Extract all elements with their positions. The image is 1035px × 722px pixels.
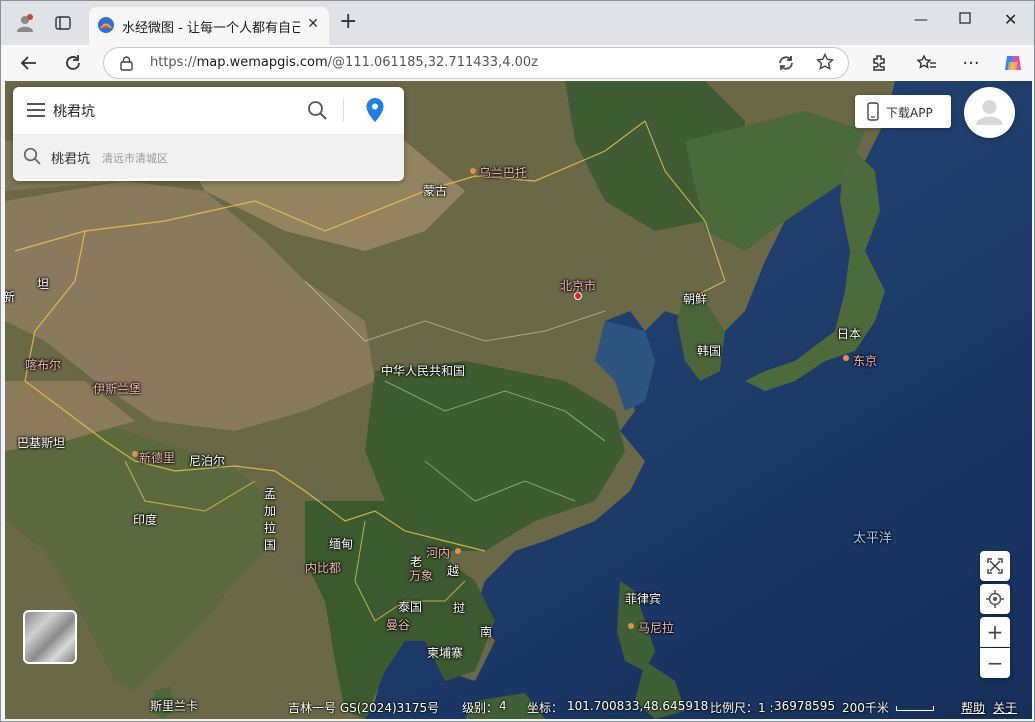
label-edge-xin: 新 (5, 288, 15, 305)
tokyo-dot (843, 355, 849, 361)
help-link[interactable]: 帮助 (961, 699, 985, 716)
label-islamabad: 伊斯兰堡 (93, 382, 142, 396)
label-mongolia: 蒙古 (423, 184, 448, 198)
label-bangkok: 曼谷 (386, 618, 411, 632)
scale-value: 36978595 (774, 699, 836, 713)
coordinate-value: 101.700833,48.645918 (567, 699, 709, 713)
title-bar: 水经微图 - 让每一个人都有自己的 ✕ + — ✕ (1, 1, 1034, 45)
user-icon (976, 100, 1003, 125)
zoom-in-button[interactable]: + (980, 617, 1010, 647)
extensions-icon[interactable] (867, 51, 891, 75)
label-laos-zhua: 挝 (453, 601, 466, 615)
label-naypyidaw: 内比都 (305, 561, 342, 575)
ulaanbaatar-dot (470, 168, 476, 174)
label-india: 印度 (133, 513, 158, 527)
back-arrow-icon[interactable] (17, 51, 41, 75)
scale-bar-label: 200千米 (842, 701, 889, 715)
label-tokyo: 东京 (853, 354, 878, 368)
lock-icon[interactable] (120, 56, 133, 75)
url-prefix: https:// (150, 55, 197, 70)
close-window-button[interactable]: ✕ (1004, 10, 1017, 29)
about-link[interactable]: 关于 (993, 699, 1017, 716)
refresh-icon[interactable] (61, 51, 85, 75)
zoom-level-value: 4 (499, 699, 507, 713)
label-ulaanbaatar: 乌兰巴托 (479, 166, 528, 180)
label-vietnam-yue: 越 (447, 564, 460, 578)
imagery-source: 吉林一号 GS(2024)3175号 (288, 701, 440, 715)
suggestion-name: 桃君坑 (51, 152, 91, 167)
coordinate-label: 坐标： (527, 701, 564, 715)
search-icon[interactable] (307, 100, 327, 124)
favorite-star-icon[interactable] (815, 52, 835, 75)
close-tab-icon[interactable]: ✕ (307, 16, 319, 32)
url-text: https://map.wemapgis.com/@111.061185,32.… (150, 55, 538, 70)
suggestion-search-icon (23, 147, 41, 169)
label-pakistan: 巴基斯坦 (17, 436, 66, 450)
label-beijing: 北京市 (560, 279, 597, 293)
search-bar: 桃君坑 (13, 87, 404, 133)
tab-actions-icon[interactable] (51, 11, 75, 35)
site-favicon-icon (97, 16, 115, 34)
map-view[interactable]: 蒙古 乌兰巴托 北京市 朝鲜 韩国 日本 东京 中华人民共和国 新 坦 喀布尔 … (5, 81, 1032, 719)
manila-dot (628, 623, 634, 629)
label-new-delhi: 新德里 (139, 451, 176, 465)
search-panel: 桃君坑 桃君坑 清远市清城区 (13, 87, 404, 181)
copilot-icon[interactable] (1001, 51, 1025, 75)
label-hanoi: 河内 (426, 546, 451, 560)
label-cambodia: 柬埔寨 (427, 646, 464, 660)
label-vietnam-nan: 南 (480, 625, 493, 639)
navigation-bar: https://map.wemapgis.com/@111.061185,32.… (1, 45, 1034, 81)
search-input[interactable]: 桃君坑 (53, 101, 95, 121)
search-divider (343, 98, 344, 122)
read-aloud-icon[interactable] (777, 54, 795, 76)
label-edge-tan: 坦 (37, 277, 50, 291)
fullscreen-button[interactable] (980, 551, 1010, 581)
label-south-korea: 韩国 (697, 344, 722, 358)
maximize-button[interactable] (959, 12, 971, 28)
tab-title: 水经微图 - 让每一个人都有自己的 (122, 21, 300, 36)
location-pin-icon[interactable] (365, 97, 385, 127)
label-manila: 马尼拉 (638, 621, 675, 635)
map-status-bar: 吉林一号 GS(2024)3175号 级别： 4 坐标： 101.700833,… (5, 695, 1032, 719)
label-philippines: 菲律宾 (625, 592, 662, 606)
address-bar[interactable]: https://map.wemapgis.com/@111.061185,32.… (103, 47, 849, 79)
search-suggestion-item[interactable]: 桃君坑 清远市清城区 (13, 134, 404, 179)
profile-icon[interactable] (13, 11, 37, 35)
label-thailand: 泰国 (398, 600, 423, 614)
download-app-button[interactable]: 下载APP (855, 95, 951, 128)
favorites-icon[interactable] (915, 51, 939, 75)
download-app-label: 下载APP (886, 106, 933, 120)
locate-button[interactable] (980, 584, 1010, 614)
zoom-out-button[interactable]: − (980, 648, 1010, 678)
label-vientiane: 万象 (409, 569, 434, 583)
suggestion-region: 清远市清城区 (102, 152, 168, 165)
label-myanmar: 缅甸 (329, 537, 354, 551)
label-nepal: 尼泊尔 (189, 454, 226, 468)
phone-icon (867, 102, 879, 125)
tab-active[interactable]: 水经微图 - 让每一个人都有自己的 ✕ (89, 7, 329, 45)
expand-icon (987, 558, 1003, 574)
url-host: map.wemapgis.com (196, 55, 328, 70)
label-china: 中华人民共和国 (381, 364, 466, 378)
scale-bar (896, 706, 934, 711)
url-path: /@111.061185,32.711433,4.00z (327, 55, 538, 70)
layer-switch-thumbnail[interactable] (23, 610, 77, 664)
scale-label: 比例尺：1 : (710, 701, 774, 715)
label-kabul: 喀布尔 (25, 358, 62, 372)
label-pacific: 太平洋 (853, 531, 893, 546)
hanoi-dot (455, 548, 461, 554)
label-bangladesh: 孟加拉国 (264, 487, 277, 552)
menu-icon[interactable] (27, 102, 45, 121)
browser-window: 水经微图 - 让每一个人都有自己的 ✕ + — ✕ https://map.we… (0, 0, 1035, 722)
new-tab-button[interactable]: + (339, 11, 357, 33)
more-menu-icon[interactable]: ··· (959, 51, 983, 75)
zoom-level-label: 级别： (462, 701, 499, 715)
label-japan: 日本 (837, 327, 862, 341)
user-avatar[interactable] (964, 87, 1015, 138)
minimize-button[interactable]: — (914, 12, 928, 28)
new-delhi-dot (132, 451, 138, 457)
label-north-korea: 朝鲜 (683, 292, 708, 306)
crosshair-icon (986, 590, 1004, 608)
